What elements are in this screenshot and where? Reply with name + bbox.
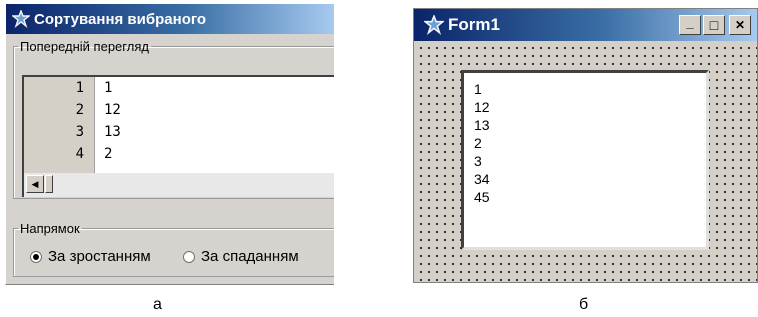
line-number: 4 [75, 146, 84, 162]
line-text: 13 [104, 124, 121, 140]
radio-descending[interactable]: За спаданням [183, 248, 299, 265]
window-title: Сортування вибраного [34, 10, 207, 28]
horizontal-scrollbar[interactable]: ◀ [22, 173, 334, 197]
caption-b: б [579, 296, 589, 313]
form1-window: Form1 _ □ ✕ 1 12 13 2 3 34 45 [413, 8, 758, 283]
radio-unchecked-icon[interactable] [183, 250, 195, 263]
preview-memo[interactable]: 1 1 2 12 3 13 4 2 [22, 75, 334, 173]
preview-group-label: Попередній перегляд [20, 39, 149, 54]
close-icon: ✕ [734, 18, 746, 32]
line-text: 1 [104, 80, 113, 96]
list-item[interactable]: 3 [474, 151, 482, 171]
title-bar[interactable]: Сортування вибраного [6, 4, 334, 34]
scroll-left-arrow-icon[interactable]: ◀ [26, 175, 44, 193]
list-box[interactable]: 1 12 13 2 3 34 45 [461, 70, 709, 250]
title-bar[interactable]: Form1 _ □ ✕ [414, 9, 757, 41]
radio-descending-label: За спаданням [201, 248, 299, 265]
line-text: 2 [104, 146, 113, 162]
list-item[interactable]: 13 [474, 115, 490, 135]
radio-ascending[interactable]: За зростанням [30, 248, 151, 265]
scroll-thumb[interactable] [45, 175, 53, 193]
line-text: 12 [104, 102, 121, 118]
minimize-button[interactable]: _ [679, 15, 701, 35]
app-gear-icon [422, 14, 446, 36]
radio-checked-icon[interactable] [30, 250, 42, 263]
window-title: Form1 [448, 15, 500, 34]
maximize-icon: □ [709, 17, 719, 33]
caption-a: а [153, 296, 162, 313]
maximize-button[interactable]: □ [703, 15, 725, 35]
list-item[interactable]: 2 [474, 133, 482, 153]
list-item[interactable]: 1 [474, 79, 482, 99]
list-item[interactable]: 34 [474, 169, 490, 189]
sort-selection-window: Сортування вибраного Попередній перегляд… [5, 3, 334, 285]
line-number: 3 [75, 124, 84, 140]
form-design-surface[interactable]: 1 12 13 2 3 34 45 [414, 41, 757, 282]
direction-group-label: Напрямок [20, 221, 80, 236]
line-number-gutter [24, 77, 95, 173]
minimize-icon: _ [686, 14, 694, 30]
line-number: 2 [75, 102, 84, 118]
list-item[interactable]: 45 [474, 187, 490, 207]
radio-ascending-label: За зростанням [48, 248, 151, 265]
list-item[interactable]: 12 [474, 97, 490, 117]
app-gear-icon [11, 9, 31, 29]
close-button[interactable]: ✕ [729, 15, 751, 35]
line-number: 1 [75, 80, 84, 96]
